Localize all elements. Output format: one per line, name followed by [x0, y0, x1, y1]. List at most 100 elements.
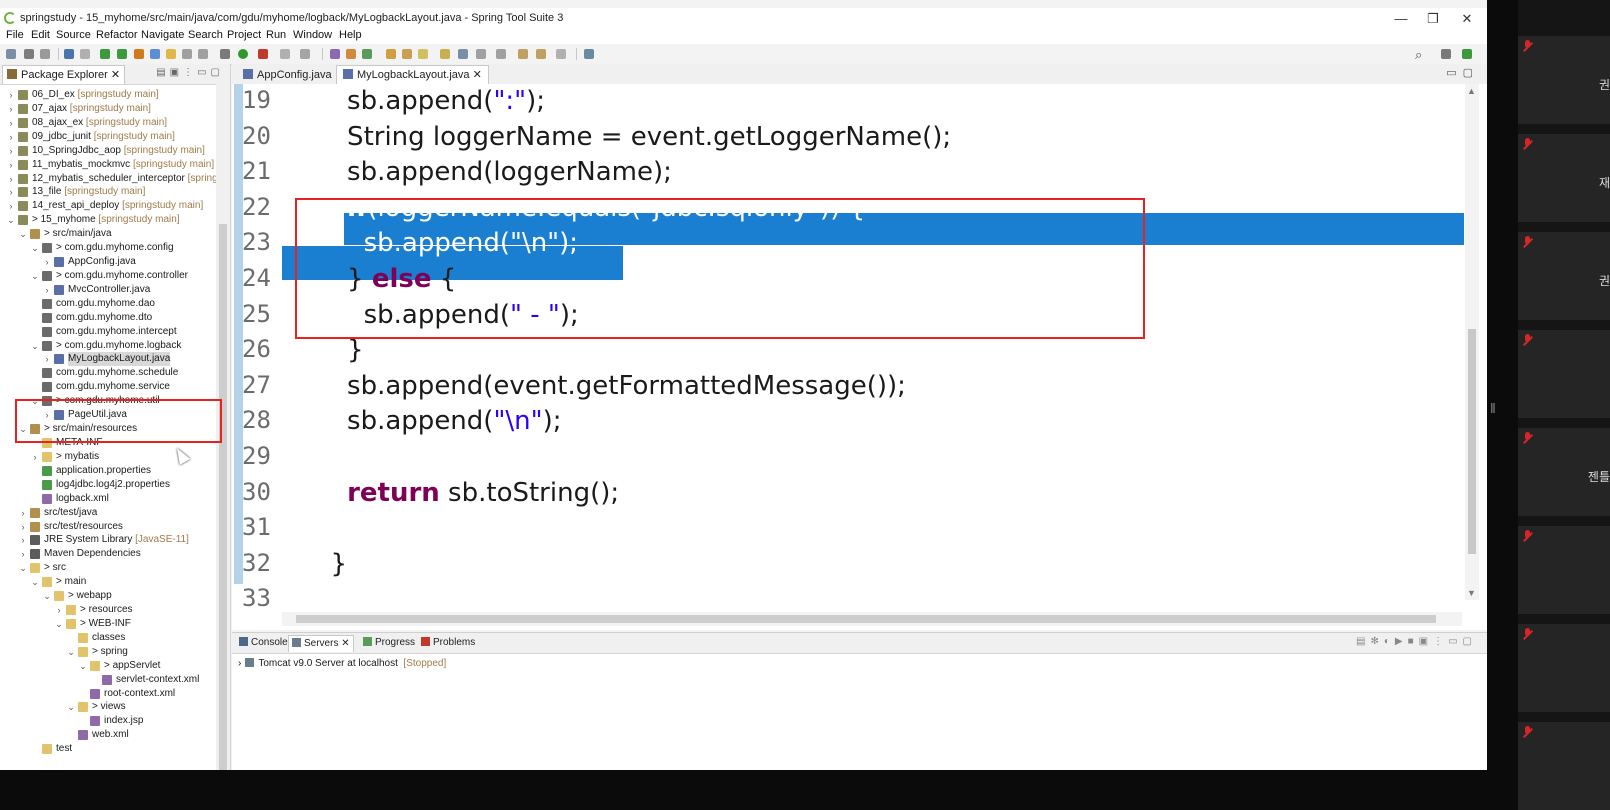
participant-tile[interactable]: [1518, 526, 1610, 614]
block-select-icon[interactable]: [182, 49, 192, 59]
code-line[interactable]: 20 String loggerName = event.getLoggerNa…: [232, 120, 1464, 156]
spring-icon[interactable]: [117, 49, 127, 59]
chevron-right-icon[interactable]: ›: [18, 520, 28, 534]
tab-mylogbacklayout[interactable]: MyLogbackLayout.java ✕: [336, 65, 489, 84]
tab-appconfig[interactable]: AppConfig.java: [236, 65, 339, 85]
code-line[interactable]: 21 sb.append(loggerName);: [232, 155, 1464, 191]
external-tools-icon[interactable]: [258, 49, 268, 59]
chevron-right-icon[interactable]: ›: [6, 158, 16, 172]
chevron-down-icon[interactable]: ⌄: [66, 700, 76, 714]
forward-icon[interactable]: [536, 49, 546, 59]
pin-icon[interactable]: [134, 49, 144, 59]
chevron-right-icon[interactable]: ›: [42, 283, 52, 297]
tab-problems[interactable]: Problems: [418, 635, 478, 651]
search-icon[interactable]: ⌕: [1415, 47, 1422, 63]
chevron-down-icon[interactable]: ⌄: [30, 339, 40, 353]
menu-navigate[interactable]: Navigate: [141, 29, 184, 41]
editor-vertical-scrollbar[interactable]: ▲ ▼: [1465, 84, 1479, 600]
globe-icon[interactable]: [458, 49, 468, 59]
server-row[interactable]: › Tomcat v9.0 Server at localhost [Stoppe…: [238, 658, 446, 669]
chevron-right-icon[interactable]: ›: [18, 533, 28, 547]
tab-progress[interactable]: Progress: [360, 635, 418, 651]
chevron-right-icon[interactable]: ›: [6, 185, 16, 199]
terminal-icon[interactable]: [64, 49, 74, 59]
save-all-icon[interactable]: [40, 49, 50, 59]
chevron-right-icon[interactable]: ›: [18, 506, 28, 520]
participant-tile[interactable]: 젠틀: [1518, 428, 1610, 516]
close-tab-icon[interactable]: ✕: [341, 638, 349, 649]
code-line[interactable]: 19 sb.append(":");: [232, 84, 1464, 120]
menu-file[interactable]: File: [6, 29, 24, 41]
chevron-down-icon[interactable]: ⌄: [42, 589, 52, 603]
link-icon[interactable]: [80, 49, 90, 59]
chevron-down-icon[interactable]: ⌄: [66, 645, 76, 659]
code-line[interactable]: 27 sb.append(event.getFormattedMessage()…: [232, 369, 1464, 405]
code-line[interactable]: 32 }: [232, 547, 1464, 583]
stop-icon[interactable]: [280, 49, 290, 59]
chevron-right-icon[interactable]: ›: [6, 116, 16, 130]
open-task-icon[interactable]: [402, 49, 412, 59]
participant-tile[interactable]: [1518, 330, 1610, 418]
scrollbar-thumb[interactable]: [219, 224, 227, 770]
menu-edit[interactable]: Edit: [31, 29, 50, 41]
chevron-right-icon[interactable]: ›: [6, 144, 16, 158]
menu-project[interactable]: Project: [227, 29, 261, 41]
menu-refactor[interactable]: Refactor: [96, 29, 138, 41]
boot-dashboard-icon[interactable]: [100, 49, 110, 59]
editor-text-area[interactable]: 19 sb.append(":"); 20 String loggerName =…: [232, 84, 1487, 620]
perspective-spring-icon[interactable]: [1462, 49, 1472, 59]
close-tab-icon[interactable]: ✕: [473, 69, 482, 81]
menu-run[interactable]: Run: [266, 29, 286, 41]
tab-console[interactable]: Console: [236, 635, 291, 651]
scrollbar-thumb[interactable]: [296, 615, 1436, 623]
menu-help[interactable]: Help: [339, 29, 362, 41]
close-tab-icon[interactable]: ✕: [111, 69, 120, 81]
new-interface-icon[interactable]: [362, 49, 372, 59]
scroll-down-icon[interactable]: ▼: [1467, 588, 1476, 598]
participant-tile[interactable]: 재: [1518, 134, 1610, 222]
tab-package-explorer[interactable]: Package Explorer ✕: [2, 65, 126, 84]
code-line[interactable]: 29: [232, 440, 1464, 476]
code-line[interactable]: 28 sb.append("\n");: [232, 404, 1464, 440]
chevron-right-icon[interactable]: ›: [6, 88, 16, 102]
code-line[interactable]: 31: [232, 511, 1464, 547]
previous-annotation-icon[interactable]: [496, 49, 506, 59]
run-icon[interactable]: [238, 49, 248, 59]
menu-source[interactable]: Source: [56, 29, 91, 41]
chevron-right-icon[interactable]: ›: [6, 199, 16, 213]
expand-icon[interactable]: ›: [238, 658, 241, 669]
menu-window[interactable]: Window: [293, 29, 332, 41]
split-handle-icon[interactable]: ‖: [1490, 400, 1500, 420]
chevron-right-icon[interactable]: ›: [42, 255, 52, 269]
new-class-icon[interactable]: [346, 49, 356, 59]
close-button[interactable]: ✕: [1452, 9, 1482, 29]
chevron-down-icon[interactable]: ⌄: [30, 241, 40, 255]
participant-tile[interactable]: 권: [1518, 232, 1610, 320]
view-menu-icons[interactable]: ▤▣⋮▭▢: [156, 67, 224, 78]
folder-open-icon[interactable]: [440, 49, 450, 59]
chevron-right-icon[interactable]: ›: [18, 547, 28, 561]
chevron-down-icon[interactable]: ⌄: [18, 561, 28, 575]
menu-search[interactable]: Search: [188, 29, 223, 41]
debug-icon[interactable]: [220, 49, 230, 59]
chevron-right-icon[interactable]: ›: [30, 450, 40, 464]
server-icon[interactable]: [300, 49, 310, 59]
minimize-button[interactable]: —: [1386, 9, 1416, 29]
show-whitespace-icon[interactable]: [198, 49, 208, 59]
chevron-right-icon[interactable]: ›: [6, 130, 16, 144]
participant-tile[interactable]: [1518, 624, 1610, 712]
tab-servers[interactable]: Servers ✕: [288, 635, 354, 652]
chevron-down-icon[interactable]: ⌄: [54, 617, 64, 631]
chevron-right-icon[interactable]: ›: [6, 172, 16, 186]
chevron-down-icon[interactable]: ⌄: [6, 213, 16, 227]
chevron-right-icon[interactable]: ›: [6, 102, 16, 116]
restore-button[interactable]: ❐: [1418, 9, 1448, 29]
scroll-up-icon[interactable]: ▲: [1467, 86, 1476, 96]
open-perspective-icon[interactable]: [584, 49, 594, 59]
editor-view-controls[interactable]: ▭▢: [1446, 66, 1479, 79]
participant-tile[interactable]: 권: [1518, 36, 1610, 124]
perspective-java-icon[interactable]: [1441, 49, 1451, 59]
chevron-right-icon[interactable]: ›: [54, 603, 64, 617]
new-package-icon[interactable]: [330, 49, 340, 59]
server-actions-icons[interactable]: ▤✻◐▶■▣⋮▭▢: [1356, 636, 1477, 647]
